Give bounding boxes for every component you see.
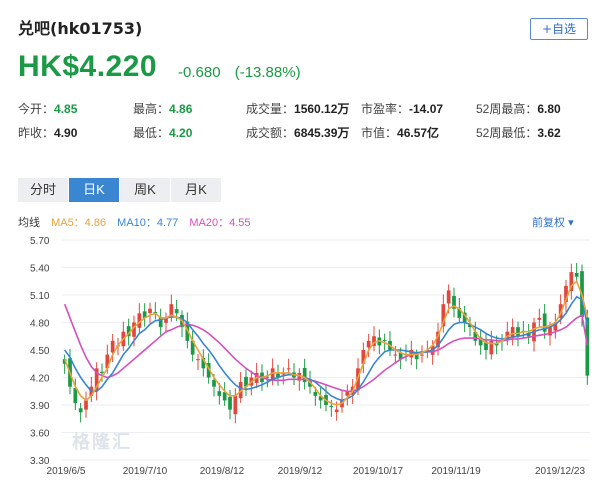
stat-value: 4.86	[169, 102, 193, 116]
candle-body	[420, 354, 424, 356]
price-change-percent: (-13.88%)	[234, 64, 301, 81]
watermark: 格隆汇	[72, 432, 132, 453]
stat-item: 市盈率：-14.07	[361, 100, 443, 117]
stock-title: 兑吧(hk01753)	[18, 19, 143, 38]
stat-item: 成交额：6845.39万	[246, 124, 349, 141]
candle-body	[217, 391, 222, 396]
candle-body	[169, 304, 174, 316]
stat-label: 昨收：	[18, 126, 55, 140]
price-change: -0.680 (-13.88%)	[178, 64, 311, 81]
stat-item: 最低：4.20	[133, 124, 192, 141]
stat-label: 成交额：	[246, 126, 295, 140]
x-tick-label: 2019/10/17	[353, 466, 403, 477]
candle-body	[110, 340, 115, 353]
stat-item: 今开：4.85	[18, 100, 77, 117]
stat-item: 昨收：4.90	[18, 124, 77, 141]
x-tick-label: 2019/9/12	[278, 466, 323, 477]
stat-value: 6845.39万	[294, 126, 350, 140]
ma20-value: MA20：4.55	[189, 217, 251, 229]
tab-1[interactable]: 日K	[69, 178, 119, 202]
candle-body	[174, 309, 179, 314]
add-to-watchlist-button[interactable]: +自选	[530, 18, 588, 40]
stat-item: 52周最高：6.80	[476, 100, 561, 117]
x-tick-label: 2019/12/23	[535, 466, 585, 477]
y-tick-label: 5.10	[30, 291, 50, 302]
y-tick-label: 3.60	[30, 429, 50, 440]
y-tick-label: 4.20	[30, 374, 50, 385]
candle-body	[516, 327, 520, 337]
stat-value: 1560.12万	[294, 102, 350, 116]
stat-item: 52周最低：3.62	[476, 124, 561, 141]
stat-item: 市值：46.57亿	[361, 124, 439, 141]
stat-label: 市值：	[361, 126, 398, 140]
stat-value: 3.62	[537, 126, 561, 140]
x-tick-label: 2019/6/5	[47, 466, 86, 477]
candle-body	[329, 405, 334, 407]
candle-body	[382, 339, 387, 341]
candle-body	[585, 317, 590, 376]
candle-body	[196, 359, 200, 361]
candle-body	[537, 317, 542, 320]
candle-body	[510, 327, 515, 338]
ma5-value: MA5：4.86	[51, 217, 107, 229]
adjust-label: 前复权	[532, 217, 565, 229]
stat-value: 4.20	[169, 126, 193, 140]
candle-body	[233, 395, 238, 415]
ma10-value: MA10：4.77	[117, 217, 179, 229]
stat-label: 今开：	[18, 102, 55, 116]
candle-body	[574, 272, 579, 277]
stat-value: 6.80	[537, 102, 561, 116]
stat-label: 成交量：	[246, 102, 295, 116]
tab-3[interactable]: 月K	[171, 178, 221, 202]
stat-label: 最高：	[133, 102, 170, 116]
stat-item: 成交量：1560.12万	[246, 100, 349, 117]
stat-label: 最低：	[133, 126, 170, 140]
candle-body	[212, 380, 216, 387]
x-tick-label: 2019/7/10	[123, 466, 168, 477]
x-tick-label: 2019/11/19	[431, 466, 481, 477]
ma-label: 均线	[18, 217, 40, 229]
stat-value: 4.90	[54, 126, 78, 140]
candle-body	[228, 396, 232, 410]
period-tabs: 分时 日K 周K 月K	[18, 178, 222, 202]
candle-body	[286, 368, 291, 370]
tab-0[interactable]: 分时	[18, 178, 68, 202]
stat-value: 46.57亿	[397, 126, 440, 140]
y-tick-label: 4.50	[30, 346, 50, 357]
stat-label: 52周最低：	[476, 126, 538, 140]
current-price: HK$4.220	[18, 50, 158, 83]
candle-body	[366, 340, 371, 348]
tab-2[interactable]: 周K	[120, 178, 170, 202]
chevron-down-icon: ▾	[568, 217, 574, 229]
stat-label: 52周最高：	[476, 102, 538, 116]
y-tick-label: 4.80	[30, 319, 50, 330]
x-tick-label: 2019/8/12	[200, 466, 245, 477]
moving-average-legend: 均线 MA5：4.86 MA10：4.77 MA20：4.55	[18, 214, 259, 230]
stat-value: 4.85	[54, 102, 78, 116]
stat-value: -14.07	[409, 102, 444, 116]
candle-body	[446, 290, 451, 304]
stat-item: 最高：4.86	[133, 100, 192, 117]
y-tick-label: 5.70	[30, 236, 50, 247]
candle-body	[334, 409, 339, 413]
candle-body	[84, 400, 88, 410]
y-tick-label: 5.40	[30, 264, 50, 275]
adjust-dropdown[interactable]: 前复权 ▾	[532, 214, 574, 230]
y-tick-label: 3.90	[30, 401, 50, 412]
candle-body	[78, 408, 83, 413]
candle-body	[393, 354, 398, 356]
stat-label: 市盈率：	[361, 102, 410, 116]
candle-body	[148, 308, 152, 314]
candle-body	[100, 371, 104, 373]
price-change-value: -0.680	[178, 64, 221, 81]
candle-body	[313, 392, 318, 396]
